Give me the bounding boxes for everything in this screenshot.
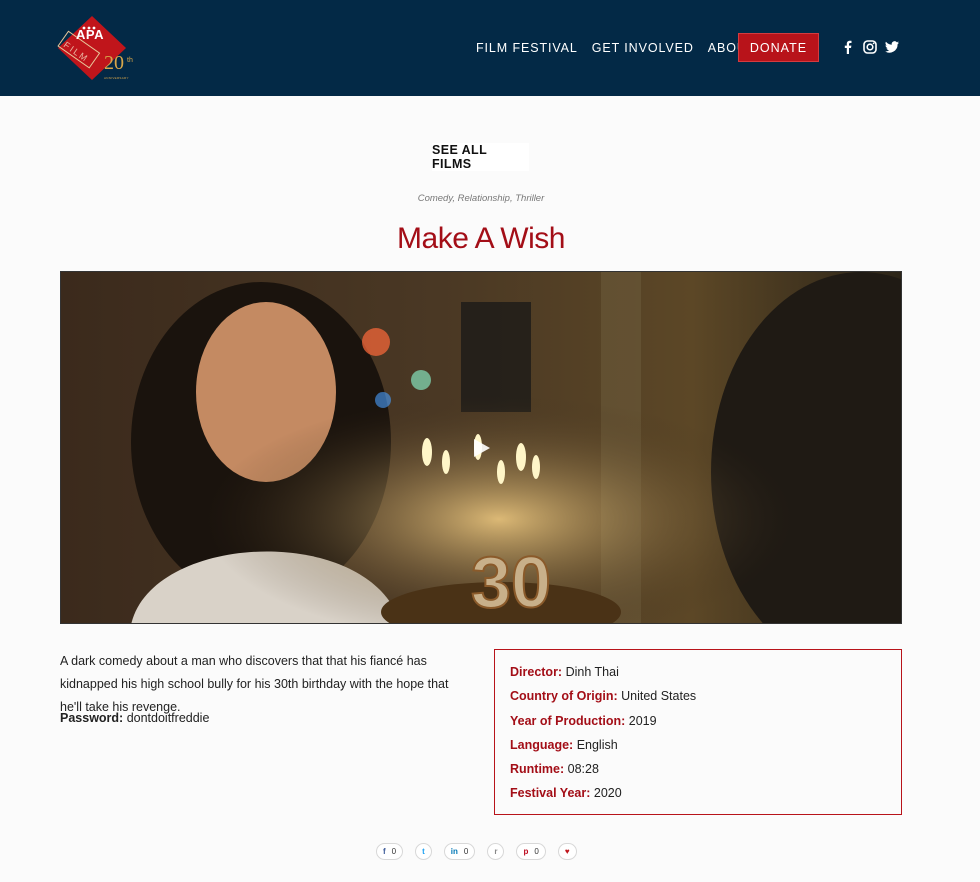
detail-festival-year: Festival Year: 2020 <box>510 786 622 801</box>
nav-get-involved[interactable]: GET INVOLVED <box>592 41 694 55</box>
facebook-icon[interactable] <box>840 39 856 55</box>
share-count: 0 <box>534 847 539 856</box>
logo-anniversary-sup: th <box>127 57 133 64</box>
instagram-icon[interactable] <box>862 39 878 55</box>
see-all-films-button[interactable]: SEE ALL FILMS <box>432 143 529 171</box>
site-header: APA FILM 20 th ANNIVERSARY FILM FESTIVAL… <box>0 0 980 96</box>
logo-anniversary-word: ANNIVERSARY <box>104 76 129 80</box>
detail-runtime: Runtime: 08:28 <box>510 762 599 777</box>
twitter-icon[interactable] <box>884 39 900 55</box>
heart-icon: ♥ <box>564 847 570 856</box>
logo[interactable]: APA FILM 20 th ANNIVERSARY <box>56 14 140 84</box>
password-line: Password: dontdoitfreddie <box>60 708 209 728</box>
main-nav: FILM FESTIVAL GET INVOLVED ABOUT <box>476 0 769 96</box>
play-icon[interactable] <box>472 438 492 463</box>
film-genres: Comedy, Relationship, Thriller <box>417 193 545 204</box>
share-linkedin-button[interactable]: in 0 <box>443 843 476 860</box>
film-title: Make A Wish <box>397 222 565 255</box>
twitter-share-icon: t <box>422 847 425 856</box>
reddit-share-icon: r <box>494 847 498 856</box>
share-count: 0 <box>391 847 397 856</box>
detail-country: Country of Origin: United States <box>510 689 697 704</box>
logo-text: APA <box>76 27 104 42</box>
share-reddit-button[interactable]: r <box>487 843 505 860</box>
share-buttons: f 0 t in 0 r p 0 ♥ <box>376 843 589 860</box>
nav-film-festival[interactable]: FILM FESTIVAL <box>476 41 578 55</box>
share-count: 0 <box>463 847 469 856</box>
donate-button[interactable]: DONATE <box>738 33 819 62</box>
like-button[interactable]: ♥ <box>557 843 577 860</box>
share-facebook-button[interactable]: f 0 <box>376 843 404 860</box>
svg-text:30: 30 <box>471 543 551 623</box>
detail-language: Language: English <box>510 737 618 752</box>
linkedin-share-icon: in <box>450 847 458 856</box>
share-pinterest-button[interactable]: p 0 <box>516 843 546 860</box>
facebook-share-icon: f <box>383 847 386 856</box>
share-twitter-button[interactable]: t <box>415 843 432 860</box>
detail-director: Director: Dinh Thai <box>510 665 619 679</box>
pinterest-share-icon: p <box>523 847 529 856</box>
social-links <box>840 39 906 55</box>
password-label: Password: <box>60 711 124 725</box>
logo-anniversary-number: 20 <box>104 52 124 74</box>
detail-year: Year of Production: 2019 <box>510 713 657 728</box>
film-details-box: Director: Dinh Thai Country of Origin: U… <box>494 649 902 815</box>
password-value: dontdoitfreddie <box>126 711 210 725</box>
